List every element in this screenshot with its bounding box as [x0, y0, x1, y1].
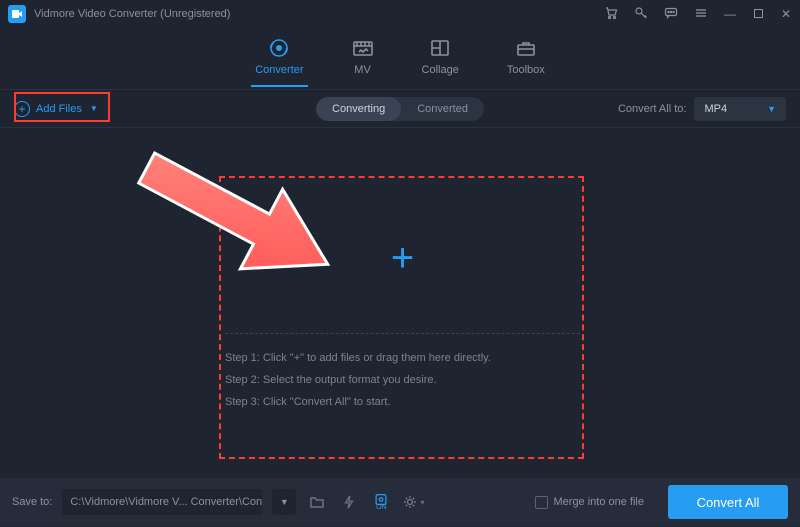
divider: [225, 333, 580, 334]
main-area: + Step 1: Click "+" to add files or drag…: [0, 128, 800, 478]
tab-mv-label: MV: [354, 64, 371, 76]
merge-checkbox[interactable]: [535, 496, 548, 509]
chevron-down-icon: ▾: [420, 498, 424, 507]
mv-icon: [352, 38, 374, 58]
seg-converting[interactable]: Converting: [316, 97, 401, 121]
close-icon[interactable]: ✕: [780, 8, 792, 20]
open-folder-icon[interactable]: [306, 491, 328, 513]
drop-zone[interactable]: + Step 1: Click "+" to add files or drag…: [225, 183, 580, 458]
save-to-label: Save to:: [12, 496, 52, 508]
save-path-field[interactable]: C:\Vidmore\Vidmore V... Converter\Conver…: [62, 489, 262, 515]
convert-all-button[interactable]: Convert All: [668, 485, 788, 519]
tab-collage-label: Collage: [422, 64, 459, 76]
key-icon[interactable]: [634, 6, 648, 22]
add-files-button[interactable]: + Add Files ▼: [14, 101, 98, 117]
gpu-accel-icon[interactable]: ON: [370, 491, 392, 513]
lightning-icon[interactable]: [338, 491, 360, 513]
app-logo-icon: [8, 5, 26, 23]
tab-converter-label: Converter: [255, 64, 303, 76]
window-tray-icons: — ✕: [604, 6, 792, 22]
converter-icon: [268, 38, 290, 58]
gpu-on-label: ON: [376, 504, 387, 511]
step-3: Step 3: Click "Convert All" to start.: [225, 396, 491, 408]
output-format-select[interactable]: MP4 ▼: [694, 97, 786, 121]
collage-icon: [429, 38, 451, 58]
output-format-value: MP4: [704, 103, 727, 115]
merge-checkbox-row[interactable]: Merge into one file: [535, 496, 645, 509]
settings-icon[interactable]: ▾: [402, 491, 424, 513]
step-1: Step 1: Click "+" to add files or drag t…: [225, 352, 491, 364]
plus-circle-icon: +: [14, 101, 30, 117]
tab-converter[interactable]: Converter: [251, 32, 307, 86]
feedback-icon[interactable]: [664, 6, 678, 22]
tab-toolbox[interactable]: Toolbox: [503, 32, 549, 86]
big-plus-icon[interactable]: +: [391, 238, 414, 278]
instruction-steps: Step 1: Click "+" to add files or drag t…: [225, 352, 491, 408]
tab-toolbox-label: Toolbox: [507, 64, 545, 76]
chevron-down-icon: ▼: [90, 104, 98, 113]
chevron-down-icon: ▼: [767, 104, 776, 114]
title-bar: Vidmore Video Converter (Unregistered) —…: [0, 0, 800, 28]
bottom-bar: Save to: C:\Vidmore\Vidmore V... Convert…: [0, 478, 800, 526]
convert-to-label: Convert All to:: [618, 103, 686, 115]
tab-collage[interactable]: Collage: [418, 32, 463, 86]
save-path-dropdown[interactable]: ▼: [272, 489, 296, 515]
menu-icon[interactable]: [694, 6, 708, 22]
seg-converted[interactable]: Converted: [401, 97, 484, 121]
tab-mv[interactable]: MV: [348, 32, 378, 86]
cart-icon[interactable]: [604, 6, 618, 22]
add-files-label: Add Files: [36, 103, 82, 115]
convert-to-section: Convert All to: MP4 ▼: [618, 97, 786, 121]
app-title: Vidmore Video Converter (Unregistered): [34, 8, 604, 20]
sub-bar: + Add Files ▼ Converting Converted Conve…: [0, 90, 800, 128]
top-tabs: Converter MV Collage Toolbox: [0, 28, 800, 90]
merge-label: Merge into one file: [554, 496, 645, 508]
minimize-icon[interactable]: —: [724, 8, 736, 20]
maximize-icon[interactable]: [752, 8, 764, 21]
step-2: Step 2: Select the output format you des…: [225, 374, 491, 386]
status-segment: Converting Converted: [316, 97, 484, 121]
toolbox-icon: [515, 38, 537, 58]
